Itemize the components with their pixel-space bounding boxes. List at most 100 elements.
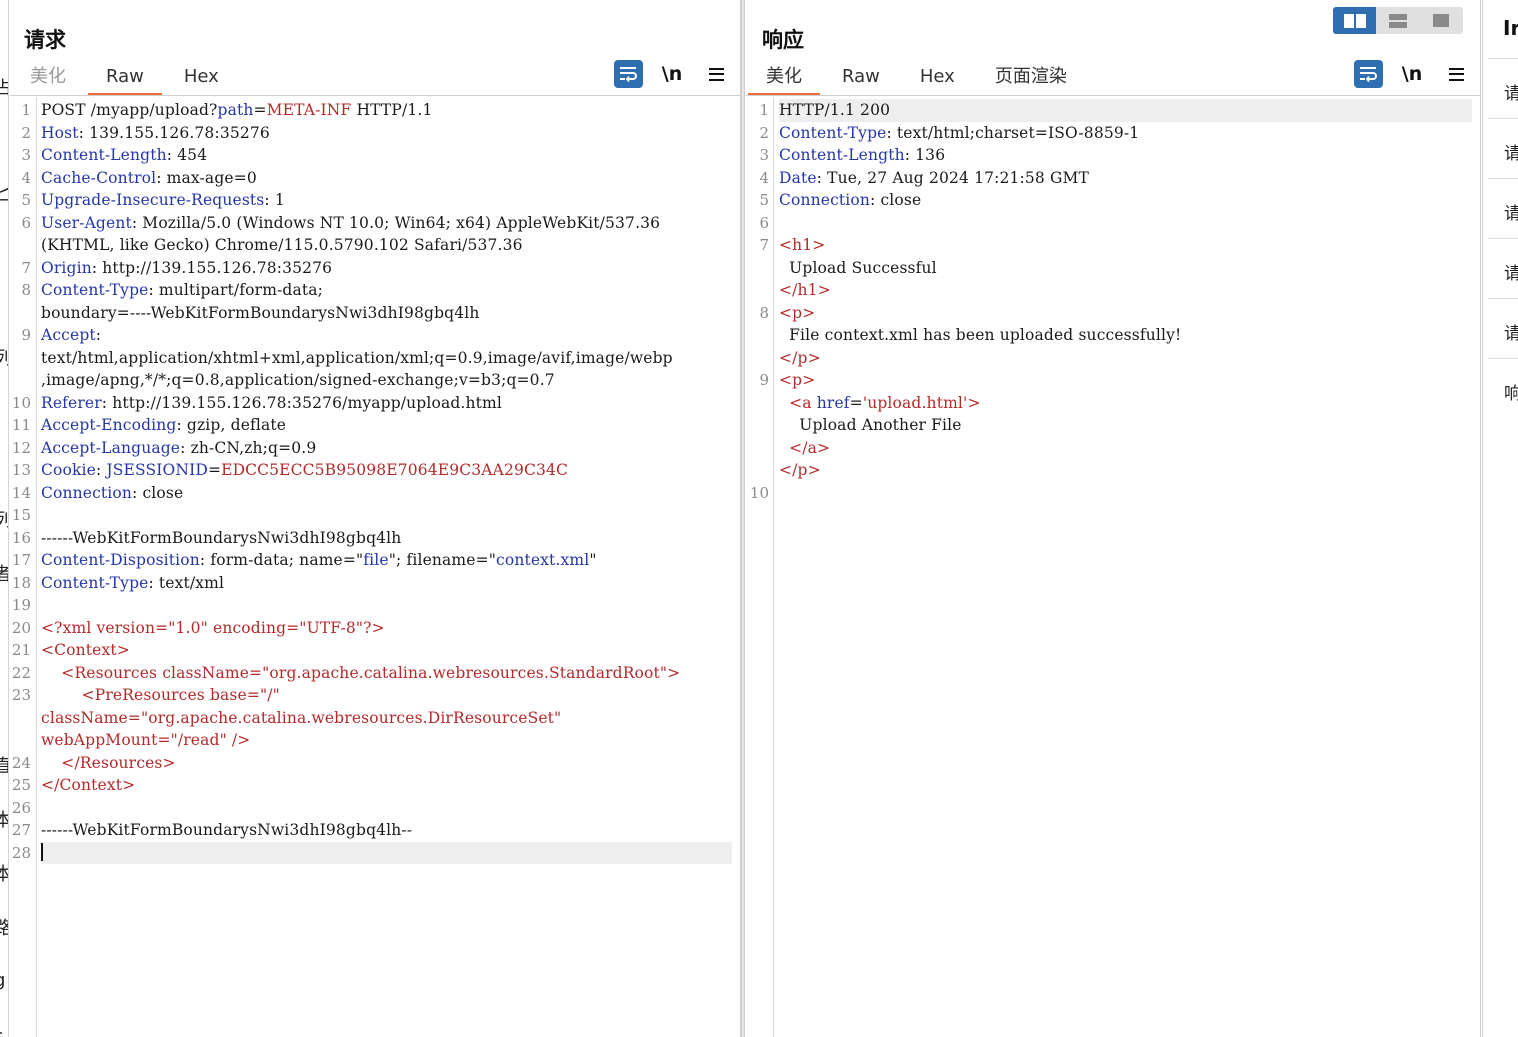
line-text: text/html,application/xhtml+xml,applicat… xyxy=(41,347,732,370)
token: Referer xyxy=(41,393,102,412)
code-line: 10 xyxy=(746,482,1480,505)
code-line: 10 Referer: http://139.155.126.78:35276/m… xyxy=(10,392,740,415)
token: : 136 xyxy=(904,146,946,164)
inspector-item[interactable]: 请 xyxy=(1488,298,1518,358)
request-tab-1[interactable]: Raw xyxy=(86,60,164,96)
line-number: 3 xyxy=(21,146,31,164)
line-text: POST /myapp/upload?path=META-INF HTTP/1.… xyxy=(41,99,732,122)
newline-toggle-button[interactable]: \n xyxy=(1390,59,1434,89)
wrap-toggle-button[interactable] xyxy=(606,59,650,89)
response-tabs: 美化 Raw Hex 页面渲染 xyxy=(746,60,1087,96)
line-number: 4 xyxy=(759,168,769,187)
line-text: </Context> xyxy=(41,774,732,797)
token: HTTP/1.1 xyxy=(351,101,433,119)
token: JSESSIONID xyxy=(106,461,208,479)
code-line: File context.xml has been uploaded succe… xyxy=(746,324,1480,347)
code-line: 4 Date: Tue, 27 Aug 2024 17:21:58 GMT xyxy=(746,167,1480,190)
split-vertical-button[interactable] xyxy=(1333,7,1376,34)
token: Content-Type xyxy=(779,123,887,142)
request-tab-0[interactable]: 美化 xyxy=(10,60,86,96)
response-tab-1[interactable]: Raw xyxy=(822,60,900,96)
token: </ xyxy=(779,461,798,479)
line-text: <PreResources base="/" xyxy=(41,684,732,707)
code-line: 2 Host: 139.155.126.78:35276 xyxy=(10,122,740,145)
inspector-item[interactable]: 请 xyxy=(1488,238,1518,298)
code-line: 8 Content-Type: multipart/form-data; xyxy=(10,279,740,302)
request-editor[interactable]: 1 POST /myapp/upload?path=META-INF HTTP/1… xyxy=(10,97,740,1037)
line-text: Host: 139.155.126.78:35276 xyxy=(41,122,732,145)
token: p xyxy=(797,461,808,479)
inspector-item[interactable]: 请 xyxy=(1488,118,1518,178)
newline-icon: \n xyxy=(1401,63,1423,85)
code-line: <a href='upload.html'> xyxy=(746,392,1480,415)
code-line: 8 <p> xyxy=(746,302,1480,325)
left-strip-glyph: 本 xyxy=(0,860,8,886)
token: ------WebKitFormBoundarysNwi3dhI98gbq4lh xyxy=(41,528,402,547)
code-line: 20 <?xml version="1.0" encoding="UTF-8"?> xyxy=(10,617,740,640)
line-text: </h1> xyxy=(779,279,1472,302)
single-pane-button[interactable] xyxy=(1419,7,1462,34)
token: </Context> xyxy=(41,776,136,794)
inspector-item[interactable]: 请 xyxy=(1488,178,1518,238)
response-tab-0[interactable]: 美化 xyxy=(746,60,822,96)
code-line: 19 xyxy=(10,594,740,617)
newline-toggle-button[interactable]: \n xyxy=(650,59,694,89)
token: Upload Successful xyxy=(779,258,937,277)
code-line: 5 Upgrade-Insecure-Requests: 1 xyxy=(10,189,740,212)
response-title: 响应 xyxy=(762,28,804,52)
token: <PreResources base="/" xyxy=(41,686,280,704)
line-number: 5 xyxy=(759,191,769,209)
token: context.xml xyxy=(496,551,590,569)
code-line: </p> xyxy=(746,459,1480,482)
token: p xyxy=(797,348,808,367)
request-tab-2[interactable]: Hex xyxy=(164,60,239,96)
code-line: 2 Content-Type: text/html;charset=ISO-885… xyxy=(746,122,1480,145)
token: : form-data; name=" xyxy=(199,551,364,569)
response-editor[interactable]: 1 HTTP/1.1 200 2 Content-Type: text/html;ch… xyxy=(746,97,1480,1037)
token: Content-Type xyxy=(41,573,149,592)
token: Accept-Language xyxy=(41,438,181,457)
token: className="org.apache.catalina.webresour… xyxy=(41,708,562,727)
code-line: 23 <PreResources base="/" xyxy=(10,684,740,707)
inspector-item-label: 请 xyxy=(1504,319,1518,344)
token: EDCC5ECC5B95098E7064E9C3AA29C34C xyxy=(221,461,569,479)
inspector-item[interactable]: 请 xyxy=(1488,58,1518,118)
token: < xyxy=(779,371,793,389)
token: ------WebKitFormBoundarysNwi3dhI98gbq4lh… xyxy=(41,821,413,839)
line-text: <Context> xyxy=(41,639,732,662)
code-line: text/html,application/xhtml+xml,applicat… xyxy=(10,347,740,370)
line-text: Content-Type: text/html;charset=ISO-8859… xyxy=(779,122,1472,145)
text-caret xyxy=(41,842,43,861)
menu-icon xyxy=(1448,67,1464,81)
request-menu-button[interactable] xyxy=(694,59,738,89)
token: POST /myapp/upload? xyxy=(41,101,218,119)
wrap-toggle-button[interactable] xyxy=(1346,59,1390,89)
response-tab-2[interactable]: Hex xyxy=(900,60,975,96)
line-number: 10 xyxy=(11,393,31,412)
token: > xyxy=(817,281,831,299)
line-text: ------WebKitFormBoundarysNwi3dhI98gbq4lh… xyxy=(41,819,732,842)
response-tab-3[interactable]: 页面渲染 xyxy=(975,60,1087,96)
inspector-item[interactable]: 响 xyxy=(1488,358,1518,418)
inspector-panel-partial: Ir 请请请请请响 xyxy=(1482,0,1518,1037)
split-horizontal-icon xyxy=(1388,13,1407,28)
code-line: 17 Content-Disposition: form-data; name="… xyxy=(10,549,740,572)
token: : close xyxy=(870,191,922,209)
code-line: 6 xyxy=(746,212,1480,235)
pane-splitter[interactable] xyxy=(741,0,745,1037)
left-strip-glyph: 列 xyxy=(0,506,8,532)
token: Cookie xyxy=(41,461,96,479)
line-number: 28 xyxy=(11,843,31,862)
token: : xyxy=(95,326,102,344)
line-text: ,image/apng,*/*;q=0.8,application/signed… xyxy=(41,369,732,392)
token: <Context> xyxy=(41,641,130,659)
line-number: 26 xyxy=(11,798,31,817)
line-number: 20 xyxy=(11,618,31,637)
line-number: 11 xyxy=(11,416,31,434)
token: " xyxy=(589,551,597,569)
line-text: </a> xyxy=(779,437,1472,460)
line-text: ------WebKitFormBoundarysNwi3dhI98gbq4lh xyxy=(41,527,732,550)
response-menu-button[interactable] xyxy=(1434,59,1478,89)
split-horizontal-button[interactable] xyxy=(1376,7,1419,34)
